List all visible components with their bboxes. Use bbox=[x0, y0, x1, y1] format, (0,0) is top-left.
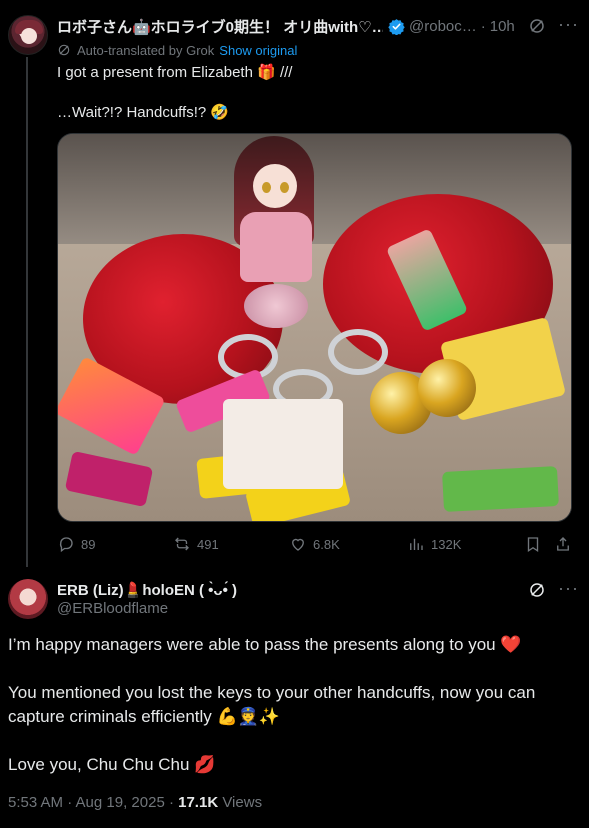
views-icon bbox=[410, 538, 423, 550]
reply-count: 89 bbox=[81, 536, 96, 552]
translate-icon bbox=[58, 44, 70, 56]
views-button[interactable]: 132K bbox=[407, 535, 461, 553]
show-original-link[interactable]: Show original bbox=[219, 43, 297, 58]
translate-label: Auto-translated by Grok bbox=[77, 42, 215, 58]
thread-line bbox=[26, 57, 28, 567]
reply-text: I’m happy managers were able to pass the… bbox=[8, 633, 583, 777]
share-button[interactable] bbox=[554, 535, 578, 553]
tweet-text-line-2: …Wait?!? Handcuffs!? 🤣 bbox=[57, 104, 230, 121]
reply-author-avatar[interactable] bbox=[8, 579, 48, 619]
tweet-photo[interactable] bbox=[57, 133, 572, 522]
translation-note: Auto-translated by Grok Show original bbox=[57, 41, 297, 59]
share-icon bbox=[557, 537, 569, 551]
more-icon[interactable]: ··· bbox=[558, 578, 579, 599]
author-handle[interactable]: @roboc… bbox=[409, 18, 477, 35]
reply-paragraph-3: Love you, Chu Chu Chu 💋 bbox=[8, 755, 216, 774]
tweet-actions: 89 491 6.8K 132K bbox=[57, 535, 577, 555]
reply-paragraph-1: I’m happy managers were able to pass the… bbox=[8, 635, 522, 654]
reply-timestamp[interactable]: 5:53 AM · Aug 19, 2025 · bbox=[8, 794, 174, 811]
author-avatar[interactable] bbox=[8, 15, 48, 55]
more-icon[interactable]: ··· bbox=[558, 14, 579, 35]
tweet-header: ロボ子さん🤖ホロライブ0期生！ オリ曲with♡… @roboc… · 10h bbox=[57, 15, 582, 37]
original-tweet[interactable]: ロボ子さん🤖ホロライブ0期生！ オリ曲with♡… @roboc… · 10h … bbox=[0, 0, 589, 567]
reply-author-handle[interactable]: @ERBloodflame bbox=[57, 600, 168, 617]
tweet-text: I got a present from Elizabeth 🎁 /// …Wa… bbox=[57, 63, 577, 123]
time-separator: · bbox=[480, 17, 486, 35]
verified-badge-icon bbox=[388, 18, 405, 35]
grok-icon[interactable] bbox=[528, 581, 546, 599]
tweet-text-line-1: I got a present from Elizabeth 🎁 /// bbox=[57, 64, 293, 81]
repost-icon bbox=[175, 537, 189, 551]
reply-author-name[interactable]: ERB (Liz)💄holoEN ( •̀ᴗ•́ ) bbox=[57, 581, 237, 599]
like-count: 6.8K bbox=[313, 536, 340, 552]
views-count: 132K bbox=[431, 536, 462, 552]
bookmark-button[interactable] bbox=[524, 535, 548, 553]
reply-paragraph-2: You mentioned you lost the keys to your … bbox=[8, 683, 536, 726]
reply-icon bbox=[59, 537, 73, 553]
reply-button[interactable]: 89 bbox=[57, 535, 95, 553]
reply-meta: 5:53 AM · Aug 19, 2025 · 17.1K Views bbox=[8, 794, 262, 811]
reply-header: ERB (Liz)💄holoEN ( •̀ᴗ•́ ) bbox=[57, 579, 237, 601]
grok-icon[interactable] bbox=[528, 17, 546, 35]
like-icon bbox=[292, 538, 304, 551]
author-name[interactable]: ロボ子さん🤖ホロライブ0期生！ オリ曲with♡… bbox=[57, 16, 383, 37]
tweet-time[interactable]: 10h bbox=[490, 18, 515, 35]
reply-views-label: Views bbox=[222, 794, 263, 811]
like-button[interactable]: 6.8K bbox=[289, 535, 340, 553]
reply-view-count: 17.1K bbox=[178, 794, 219, 811]
bookmark-icon bbox=[527, 537, 539, 553]
repost-button[interactable]: 491 bbox=[173, 535, 219, 553]
repost-count: 491 bbox=[197, 536, 219, 552]
reply-tweet[interactable]: ERB (Liz)💄holoEN ( •̀ᴗ•́ ) @ERBloodflame… bbox=[0, 565, 589, 828]
